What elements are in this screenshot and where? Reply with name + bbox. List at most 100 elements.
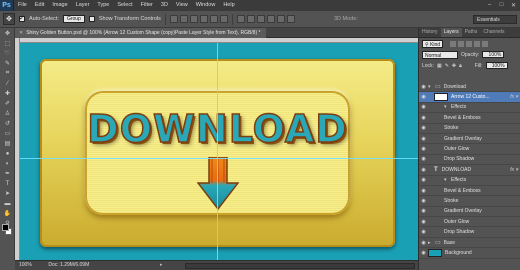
auto-select-dropdown[interactable]: Group — [62, 15, 85, 23]
dodge-tool-icon[interactable]: ◐ — [2, 159, 13, 168]
menu-view[interactable]: View — [172, 0, 192, 11]
effect-visibility-icon[interactable]: ◉ — [419, 136, 428, 142]
layer-row[interactable]: ◉ ▸ ▭ Base — [419, 238, 520, 249]
tab-layers[interactable]: Layers — [440, 28, 462, 37]
minimize-icon[interactable]: – — [485, 1, 494, 9]
distribute-left-icon[interactable] — [266, 15, 275, 23]
close-icon[interactable]: ✕ — [509, 1, 518, 9]
vertical-guide[interactable] — [217, 43, 218, 260]
lasso-tool-icon[interactable]: ➰ — [2, 49, 13, 58]
distribute-center-icon[interactable] — [276, 15, 285, 23]
canvas-area[interactable]: DOWNLOAD — [15, 38, 418, 260]
distribute-right-icon[interactable] — [286, 15, 295, 23]
tab-paths[interactable]: Paths — [462, 28, 481, 37]
layer-row[interactable]: ◉ ▾ ▭ Download — [419, 82, 520, 93]
transform-controls-checkbox[interactable] — [88, 16, 95, 22]
effect-visibility-icon[interactable]: ◉ — [419, 156, 428, 162]
fx-icon[interactable]: fx ▾ — [510, 167, 518, 173]
fill-input[interactable]: 100% — [485, 62, 508, 69]
eyedropper-tool-icon[interactable]: ⁄ — [2, 79, 13, 88]
effect-visibility-icon[interactable]: ◉ — [419, 208, 428, 214]
chevron-right-icon[interactable]: ▸ — [428, 240, 433, 246]
path-select-tool-icon[interactable]: ➤ — [2, 189, 13, 198]
gradient-tool-icon[interactable]: ▤ — [2, 139, 13, 148]
pixel-filter-icon[interactable] — [450, 40, 457, 47]
crop-tool-icon[interactable]: ⌗ — [2, 69, 13, 78]
layer-row[interactable]: ◉ Drop Shadow — [419, 155, 520, 166]
layer-row[interactable]: ◉ Gradient Overlay — [419, 134, 520, 145]
lock-position-icon[interactable]: ✥ — [452, 63, 456, 69]
tab-history[interactable]: History — [419, 28, 441, 37]
document-canvas[interactable]: DOWNLOAD — [20, 43, 418, 260]
effect-visibility-icon[interactable]: ◉ — [419, 125, 428, 131]
move-tool-icon[interactable]: ✥ — [2, 29, 13, 38]
foreground-color-swatch[interactable] — [2, 224, 9, 231]
lock-transparent-icon[interactable]: ▦ — [437, 63, 442, 69]
layer-row[interactable]: ◉ ▾ Effects — [419, 103, 520, 114]
blur-tool-icon[interactable]: ● — [2, 149, 13, 158]
lock-all-icon[interactable]: 🔒︎ — [459, 63, 462, 69]
maximize-icon[interactable]: □ — [497, 1, 506, 9]
effect-visibility-icon[interactable]: ◉ — [419, 229, 428, 235]
distribute-middle-icon[interactable] — [246, 15, 255, 23]
layer-row[interactable]: ◉ Outer Glow — [419, 217, 520, 228]
effect-visibility-icon[interactable]: ◉ — [419, 188, 428, 194]
visibility-eye-icon[interactable]: ◉ — [419, 250, 428, 256]
adjustment-filter-icon[interactable] — [458, 40, 465, 47]
document-tab[interactable]: ✕ Shiny Golden Button.psd @ 100% (Arrow 1… — [15, 28, 267, 38]
layer-row[interactable]: ◉ Bevel & Emboss — [419, 113, 520, 124]
move-tool-icon[interactable]: ✥ — [3, 13, 15, 25]
layer-row[interactable]: ◉ Arrow 12 Custo... fx ▾ — [419, 92, 520, 103]
shape-tool-icon[interactable]: ▬ — [2, 199, 13, 208]
layer-row[interactable]: ◉ T DOWNLOAD fx ▾ — [419, 165, 520, 176]
visibility-eye-icon[interactable]: ◉ — [419, 94, 428, 100]
lock-pixels-icon[interactable]: ✎ — [445, 63, 449, 69]
visibility-eye-icon[interactable]: ◉ — [419, 84, 428, 90]
healing-brush-tool-icon[interactable]: ✚ — [2, 89, 13, 98]
brush-tool-icon[interactable]: ✐ — [2, 99, 13, 108]
eraser-tool-icon[interactable]: ▭ — [2, 129, 13, 138]
opacity-input[interactable]: 100% — [482, 51, 505, 58]
menu-3d[interactable]: 3D — [157, 0, 172, 11]
align-middle-icon[interactable] — [179, 15, 188, 23]
menu-type[interactable]: Type — [93, 0, 113, 11]
align-center-icon[interactable] — [209, 15, 218, 23]
effect-visibility-icon[interactable]: ◉ — [419, 115, 428, 121]
close-tab-icon[interactable]: ✕ — [19, 30, 23, 36]
effect-visibility-icon[interactable]: ◉ — [419, 146, 428, 152]
zoom-level[interactable]: 100% — [19, 261, 47, 270]
type-tool-icon[interactable]: T — [2, 179, 13, 188]
smart-object-filter-icon[interactable] — [482, 40, 489, 47]
blend-mode-dropdown[interactable]: Normal — [422, 50, 458, 59]
menu-help[interactable]: Help — [219, 0, 238, 11]
align-left-icon[interactable] — [199, 15, 208, 23]
effect-visibility-icon[interactable]: ◉ — [419, 104, 428, 110]
type-filter-icon[interactable] — [466, 40, 473, 47]
distribute-top-icon[interactable] — [236, 15, 245, 23]
layer-row[interactable]: ◉ ▾ Effects — [419, 176, 520, 186]
chevron-down-icon[interactable]: ▾ — [428, 84, 433, 90]
distribute-bottom-icon[interactable] — [256, 15, 265, 23]
menu-select[interactable]: Select — [113, 0, 136, 11]
status-menu-icon[interactable]: ▸ — [160, 261, 163, 270]
layer-row[interactable]: ◉ Stroke — [419, 124, 520, 134]
clone-stamp-tool-icon[interactable]: ♙ — [2, 109, 13, 118]
history-brush-tool-icon[interactable]: ↺ — [2, 119, 13, 128]
fx-icon[interactable]: fx ▾ — [510, 94, 518, 100]
align-right-icon[interactable] — [219, 15, 228, 23]
visibility-eye-icon[interactable]: ◉ — [419, 167, 428, 173]
quick-select-tool-icon[interactable]: ✎ — [2, 59, 13, 68]
layer-row[interactable]: ◉ Gradient Overlay — [419, 207, 520, 218]
menu-edit[interactable]: Edit — [31, 0, 48, 11]
layer-row[interactable]: ◉ Outer Glow — [419, 144, 520, 155]
layer-row[interactable]: ◉ Stroke — [419, 196, 520, 207]
workspace-dropdown[interactable]: Essentials — [473, 15, 517, 24]
align-bottom-icon[interactable] — [189, 15, 198, 23]
auto-select-checkbox[interactable] — [19, 14, 25, 22]
tab-channels[interactable]: Channels — [480, 28, 507, 37]
hand-tool-icon[interactable]: ✋ — [2, 209, 13, 218]
marquee-tool-icon[interactable]: ⬚ — [2, 39, 13, 48]
effect-visibility-icon[interactable]: ◉ — [419, 219, 428, 225]
effect-visibility-icon[interactable]: ◉ — [419, 177, 428, 183]
kind-filter-dropdown[interactable]: ⚲ Kind — [422, 39, 444, 48]
